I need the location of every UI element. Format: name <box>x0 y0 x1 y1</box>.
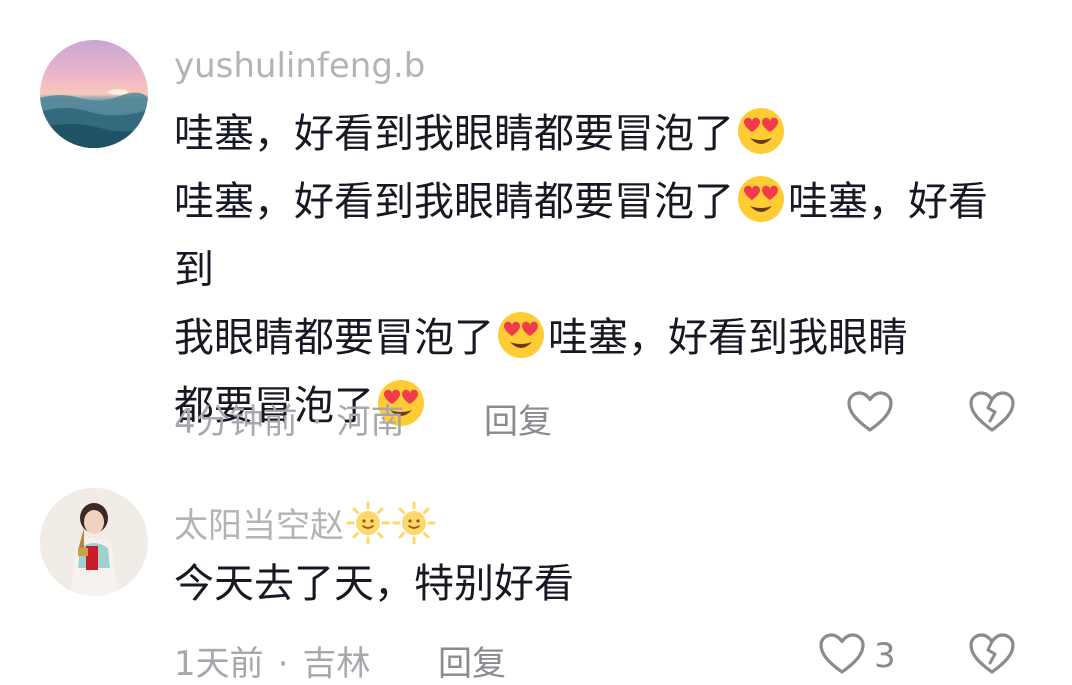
heart-eyes-emoji-icon <box>736 106 786 156</box>
heart-eyes-emoji-icon <box>496 310 546 360</box>
avatar[interactable] <box>40 488 148 596</box>
heart-outline-icon[interactable] <box>846 390 894 434</box>
comment-text: 哇塞，好看到我眼睛都要冒泡了 哇塞，好看到我眼睛都要冒泡了 哇塞，好看到 我眼睛都… <box>174 100 1004 440</box>
comment-location: 吉林 <box>302 644 371 684</box>
broken-heart-icon[interactable] <box>968 390 1016 434</box>
comment-time: 1天前 <box>174 644 264 684</box>
comment-meta: 1天前 · 吉林 <box>174 636 370 685</box>
comment-item: 太阳当空赵 今天去了天，特别好看 1天前 · 吉林 回复 3 <box>0 470 1072 684</box>
comment-time: 4分钟前 <box>174 402 298 442</box>
comment-meta: 4分钟前 · 河南 <box>174 394 404 443</box>
comment-location: 河南 <box>336 402 405 442</box>
sun-badge-icon <box>392 501 436 545</box>
comment-username[interactable]: yushulinfeng.b <box>174 46 425 86</box>
comment-text-segment: 哇塞，好看到我眼睛 <box>548 315 908 361</box>
comment-text: 今天去了天，特别好看 <box>174 561 574 607</box>
comment-username-text: 太阳当空赵 <box>174 506 344 546</box>
comment-text-segment: 我眼睛都要冒泡了 <box>174 315 494 361</box>
comment-item: yushulinfeng.b 哇塞，好看到我眼睛都要冒泡了 哇塞，好看到我眼睛都… <box>0 0 1072 460</box>
meta-separator: · <box>277 644 289 684</box>
avatar[interactable] <box>40 40 148 148</box>
heart-outline-icon[interactable] <box>818 632 866 676</box>
heart-eyes-emoji-icon <box>736 174 786 224</box>
comment-text-segment: 哇塞，好看到我眼睛都要冒泡了 <box>174 179 734 225</box>
broken-heart-icon[interactable] <box>968 632 1016 676</box>
reply-button[interactable]: 回复 <box>438 636 506 685</box>
reply-button[interactable]: 回复 <box>484 394 552 443</box>
comment-username[interactable]: 太阳当空赵 <box>174 498 436 547</box>
meta-separator: · <box>311 402 323 442</box>
sun-badge-icon <box>346 501 390 545</box>
comment-text-segment: 哇塞，好看到我眼睛都要冒泡了 <box>174 111 734 157</box>
like-count: 3 <box>874 636 896 676</box>
